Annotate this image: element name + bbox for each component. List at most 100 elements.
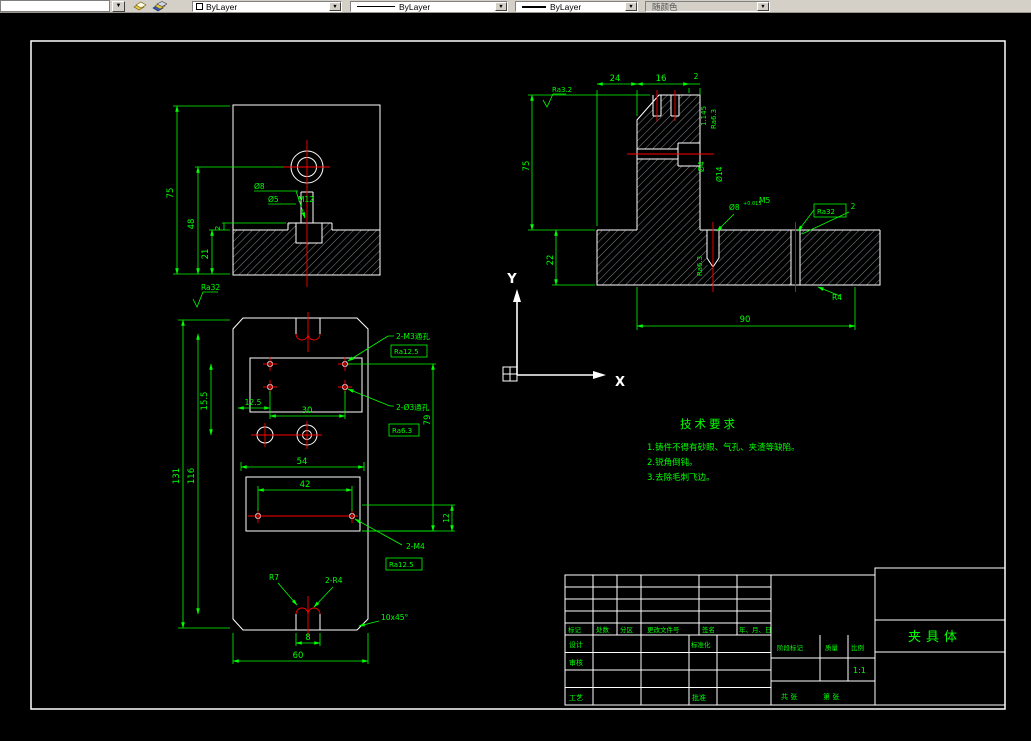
tb-approve: 批准 — [692, 693, 706, 702]
label-ra6-3-top: Ra6.3 — [710, 109, 718, 129]
ucs-x-label: X — [615, 375, 625, 390]
linetype-combo-arrow-icon[interactable]: ▼ — [495, 2, 507, 11]
lineweight-value: ByLayer — [550, 1, 582, 12]
ucs-x-arrow-icon — [593, 371, 606, 379]
label-2-m4: 2-M4 — [406, 542, 425, 551]
tb-craft: 工艺 — [569, 694, 583, 702]
label-dia8-m5: Ø8 — [729, 203, 740, 212]
tech-req-item-3: 3.去除毛刺飞边。 — [647, 472, 715, 483]
ucs-y-arrow-icon — [513, 289, 521, 302]
dim-54: 54 — [297, 457, 308, 467]
plotstyle-combo-arrow-icon: ▼ — [757, 2, 769, 11]
label-1145: 1.145 — [700, 106, 708, 126]
dim-75-section: 75 — [522, 161, 532, 172]
dim-2-top: 2 — [694, 72, 699, 81]
section-view: 24 16 2 Ra3.2 75 22 90 1.145 Ra6.3 Ø4 Ø1… — [522, 72, 881, 330]
dim-75: 75 — [166, 188, 176, 199]
tb-sheets: 共 张 — [781, 692, 797, 701]
label-ra12-5-b: Ra12.5 — [389, 561, 414, 569]
tb-weight: 质量 — [825, 643, 839, 652]
lineweight-control-combo[interactable]: ByLayer ▼ — [515, 1, 638, 12]
dim-12-5: 12.5 — [245, 398, 262, 407]
label-2-r4: 2-R4 — [325, 576, 343, 585]
surface-finish-icon — [192, 291, 218, 308]
dim-42: 42 — [300, 480, 311, 490]
dim-48: 48 — [187, 219, 197, 230]
plotstyle-value: 随颜色 — [652, 1, 678, 12]
dim-2-slot: 2 — [851, 202, 856, 211]
tb-zone: 分区 — [620, 625, 634, 634]
label-ra12-5-a: Ra12.5 — [394, 348, 419, 356]
tb-design: 设计 — [569, 640, 583, 649]
toolbar-dropdown-arrow[interactable]: ▼ — [112, 1, 125, 12]
tb-standard: 标准化 — [691, 640, 711, 649]
label-r7: R7 — [269, 573, 279, 582]
label-dia8: Ø8 — [254, 182, 265, 191]
dim-24: 24 — [610, 74, 621, 84]
color-swatch — [196, 3, 203, 10]
tb-sheet-no: 第 张 — [823, 692, 839, 701]
label-m12: M12 — [298, 195, 314, 204]
tb-scale-label: 比例 — [851, 643, 864, 652]
dim-8: 8 — [305, 633, 310, 643]
label-ra32: Ra32 — [201, 283, 220, 292]
lineweight-combo-arrow-icon[interactable]: ▼ — [625, 2, 637, 11]
linetype-sample — [357, 6, 395, 7]
ucs-y-label: Y — [506, 272, 517, 287]
layer-control-remnant[interactable] — [0, 0, 110, 12]
color-value: ByLayer — [206, 1, 238, 12]
label-chamfer: 10x45° — [381, 613, 409, 622]
dim-16: 16 — [656, 74, 667, 84]
dim-2: 2 — [214, 226, 222, 230]
dim-21: 21 — [201, 249, 211, 260]
label-ra32-box: Ra32 — [817, 208, 835, 216]
lineweight-sample — [522, 5, 546, 8]
drawing-canvas[interactable]: 75 48 21 2 Ø8 Ø5 M12 Ra32 131 116 15.5 1… — [0, 0, 1031, 741]
tech-req-item-1: 1.铸件不得有砂眼、气孔、夹渣等缺陷。 — [647, 442, 800, 453]
linetype-value: ByLayer — [399, 1, 431, 12]
front-view: 75 48 21 2 Ø8 Ø5 M12 Ra32 — [166, 104, 381, 308]
dim-12: 12 — [442, 513, 451, 523]
color-control-combo[interactable]: ByLayer ▼ — [192, 1, 342, 12]
layers-icon[interactable] — [152, 1, 167, 12]
plan-view: 131 116 15.5 12.5 30 54 42 12 79 8 60 2-… — [172, 312, 455, 664]
color-combo-arrow-icon[interactable]: ▼ — [329, 2, 341, 11]
tb-scale-value: 1:1 — [853, 666, 866, 675]
tb-stage: 阶段标记 — [777, 643, 804, 652]
part-name: 夹具体 — [908, 630, 962, 645]
dim-60: 60 — [293, 651, 304, 661]
object-properties-toolbar: ▼ ByLayer ▼ ByLayer ▼ ByLayer ▼ 随颜色 ▼ — [0, 0, 1031, 13]
tb-check: 审核 — [569, 658, 583, 667]
dim-30: 30 — [302, 406, 313, 416]
label-ra3-2: Ra3.2 — [552, 86, 572, 94]
label-r4: R4 — [832, 293, 842, 302]
tb-mark: 标记 — [568, 625, 582, 634]
label-dia5: Ø5 — [268, 195, 279, 204]
plotstyle-control-combo: 随颜色 ▼ — [645, 1, 770, 12]
dim-15-5: 15.5 — [200, 392, 210, 411]
tb-date: 年、月、日 — [739, 625, 772, 634]
make-layer-current-icon[interactable] — [132, 1, 147, 12]
dim-116: 116 — [187, 468, 197, 484]
label-ra6-3-hole: Ra6.3 — [696, 256, 704, 276]
tb-count: 处数 — [596, 625, 610, 634]
label-m5: M5 — [759, 196, 770, 205]
label-ra6-3: Ra6.3 — [392, 427, 412, 435]
ucs-icon: Y X — [502, 272, 625, 390]
dim-22: 22 — [546, 255, 556, 266]
tb-doc: 更改文件号 — [647, 625, 680, 634]
label-dia14: Ø14 — [715, 166, 724, 182]
title-block: 标记 处数 分区 更改文件号 签名 年、月、日 设计 标准化 审核 工艺 批准 … — [564, 567, 1006, 706]
tech-req-item-2: 2.锐角倒钝。 — [647, 457, 698, 468]
label-dia4: Ø4 — [697, 161, 706, 172]
label-2-dia3: 2-Ø3通孔 — [396, 402, 430, 412]
linetype-control-combo[interactable]: ByLayer ▼ — [350, 1, 508, 12]
tb-sign: 签名 — [702, 625, 715, 634]
dim-131: 131 — [172, 468, 182, 484]
label-2-m3: 2-M3通孔 — [396, 331, 430, 341]
cad-application-window: { "toolbar": { "color": "ByLayer", "line… — [0, 0, 1031, 741]
technical-requirements: 技术要求 1.铸件不得有砂眼、气孔、夹渣等缺陷。 2.锐角倒钝。 3.去除毛刺飞… — [647, 417, 800, 483]
dim-79: 79 — [423, 415, 433, 426]
tech-req-title: 技术要求 — [680, 417, 738, 431]
surface-finish-icon — [542, 93, 566, 108]
